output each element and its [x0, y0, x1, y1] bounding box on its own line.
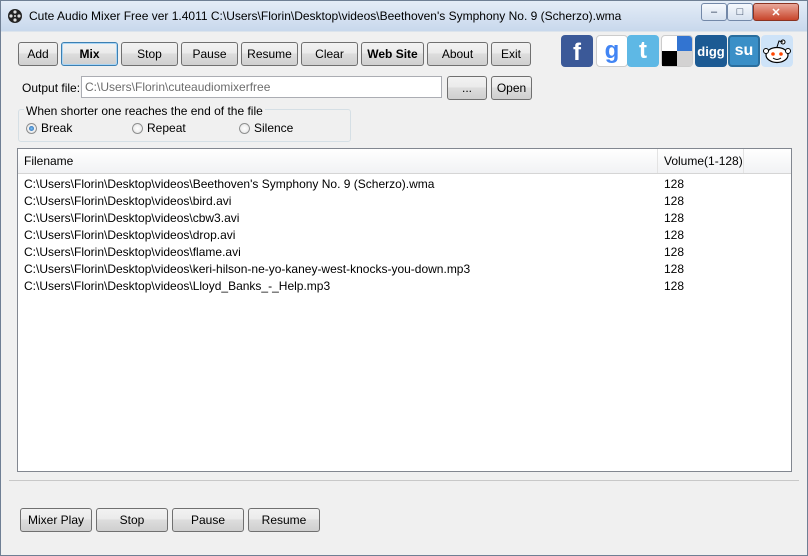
- facebook-icon[interactable]: f: [561, 35, 593, 67]
- title-bar[interactable]: Cute Audio Mixer Free ver 1.4011 C:\User…: [1, 1, 807, 31]
- main-panel: Add Mix Stop Pause Resume Clear Web Site…: [9, 32, 799, 548]
- filename-cell: C:\Users\Florin\Desktop\videos\cbw3.avi: [24, 211, 240, 225]
- maximize-button[interactable]: □: [727, 3, 753, 21]
- radio-unselected-icon[interactable]: [239, 122, 250, 134]
- table-row[interactable]: C:\Users\Florin\Desktop\videos\flame.avi…: [18, 244, 791, 261]
- close-button[interactable]: ✕: [753, 3, 799, 21]
- twitter-icon[interactable]: t: [627, 35, 659, 67]
- table-row[interactable]: C:\Users\Florin\Desktop\videos\drop.avi 1…: [18, 227, 791, 244]
- break-radio[interactable]: Break: [26, 121, 72, 135]
- browse-button[interactable]: ...: [447, 76, 487, 100]
- volume-cell: 128: [664, 262, 685, 276]
- stop-button[interactable]: Stop: [121, 42, 178, 66]
- shorter-file-legend: When shorter one reaches the end of the …: [24, 104, 265, 118]
- silence-label: Silence: [254, 121, 294, 135]
- volume-cell: 128: [664, 211, 685, 225]
- player-stop-button[interactable]: Stop: [96, 508, 168, 532]
- player-resume-button[interactable]: Resume: [248, 508, 320, 532]
- stumbleupon-icon[interactable]: su: [728, 35, 760, 67]
- volume-cell: 128: [664, 279, 685, 293]
- filename-cell: C:\Users\Florin\Desktop\videos\Lloyd_Ban…: [24, 279, 331, 293]
- filename-cell: C:\Users\Florin\Desktop\videos\flame.avi: [24, 245, 241, 259]
- volume-cell: 128: [664, 228, 685, 242]
- exit-button[interactable]: Exit: [491, 42, 531, 66]
- digg-icon[interactable]: digg: [695, 35, 727, 67]
- break-label: Break: [41, 121, 73, 135]
- pause-button[interactable]: Pause: [181, 42, 238, 66]
- output-file-label: Output file:: [22, 81, 81, 95]
- open-button[interactable]: Open: [491, 76, 532, 100]
- resume-button[interactable]: Resume: [241, 42, 298, 66]
- table-row[interactable]: C:\Users\Florin\Desktop\videos\Lloyd_Ban…: [18, 278, 791, 295]
- radio-unselected-icon[interactable]: [132, 122, 143, 134]
- minimize-button[interactable]: –: [701, 3, 727, 21]
- table-row[interactable]: C:\Users\Florin\Desktop\videos\cbw3.avi 1…: [18, 210, 791, 227]
- silence-radio[interactable]: Silence: [239, 121, 293, 135]
- google-icon[interactable]: g: [596, 35, 628, 67]
- window-title: Cute Audio Mixer Free ver 1.4011 C:\User…: [29, 9, 622, 23]
- table-row[interactable]: C:\Users\Florin\Desktop\videos\Beethoven…: [18, 176, 791, 193]
- website-button[interactable]: Web Site: [361, 42, 424, 66]
- filename-cell: C:\Users\Florin\Desktop\videos\Beethoven…: [24, 177, 435, 191]
- app-window: Cute Audio Mixer Free ver 1.4011 C:\User…: [0, 0, 808, 556]
- film-reel-icon: [8, 9, 22, 23]
- filename-cell: C:\Users\Florin\Desktop\videos\keri-hils…: [24, 262, 471, 276]
- clear-button[interactable]: Clear: [301, 42, 358, 66]
- table-row[interactable]: C:\Users\Florin\Desktop\videos\keri-hils…: [18, 261, 791, 278]
- output-file-input[interactable]: C:\Users\Florin\cuteaudiomixerfree: [81, 76, 442, 98]
- delicious-icon[interactable]: [661, 35, 693, 67]
- volume-cell: 128: [664, 245, 685, 259]
- volume-cell: 128: [664, 194, 685, 208]
- column-header-filename[interactable]: Filename: [18, 149, 658, 173]
- player-panel: Mixer Play Stop Pause Resume: [9, 480, 799, 547]
- add-button[interactable]: Add: [18, 42, 58, 66]
- filename-cell: C:\Users\Florin\Desktop\videos\bird.avi: [24, 194, 232, 208]
- mixer-play-button[interactable]: Mixer Play: [20, 508, 92, 532]
- file-list[interactable]: Filename Volume(1-128) C:\Users\Florin\D…: [17, 148, 792, 472]
- repeat-label: Repeat: [147, 121, 186, 135]
- list-header: Filename Volume(1-128): [18, 149, 791, 174]
- volume-cell: 128: [664, 177, 685, 191]
- table-row[interactable]: C:\Users\Florin\Desktop\videos\bird.avi 1…: [18, 193, 791, 210]
- player-pause-button[interactable]: Pause: [172, 508, 244, 532]
- reddit-icon[interactable]: [761, 35, 793, 67]
- column-header-volume[interactable]: Volume(1-128): [658, 149, 744, 173]
- radio-selected-icon[interactable]: [26, 122, 37, 134]
- filename-cell: C:\Users\Florin\Desktop\videos\drop.avi: [24, 228, 236, 242]
- about-button[interactable]: About: [427, 42, 488, 66]
- repeat-radio[interactable]: Repeat: [132, 121, 186, 135]
- mix-button[interactable]: Mix: [61, 42, 118, 66]
